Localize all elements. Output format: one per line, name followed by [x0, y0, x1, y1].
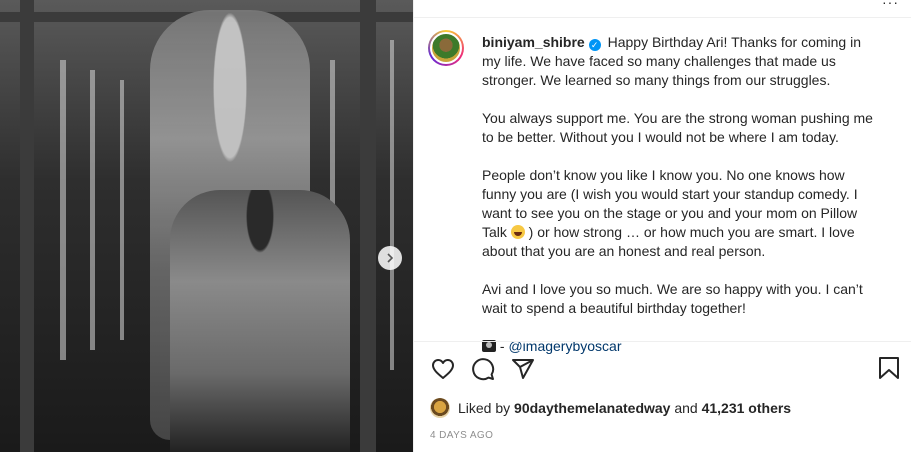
barn-light-plank — [90, 70, 95, 350]
laughing-emoji-icon — [510, 225, 525, 239]
barn-post — [360, 0, 376, 452]
heart-icon — [432, 359, 454, 379]
likes-and: and — [674, 400, 698, 416]
more-options-button[interactable]: ··· — [882, 0, 899, 10]
share-button[interactable] — [510, 356, 536, 382]
post-timestamp[interactable]: 4 DAYS AGO — [430, 430, 493, 441]
comment-button[interactable] — [470, 356, 496, 382]
actions-divider — [414, 341, 911, 342]
author-avatar-image — [430, 32, 462, 64]
header-divider — [414, 17, 911, 18]
carousel-next-button[interactable] — [378, 246, 402, 270]
bookmark-icon — [879, 357, 899, 379]
author-username[interactable]: biniyam_shibre — [482, 34, 585, 50]
likes-summary: Liked by 90daythemelanatedway and 41,231… — [430, 398, 791, 418]
barn-light-plank — [120, 80, 124, 340]
caption-paragraph-3-end: ) or how strong … or how much you are sm… — [482, 224, 855, 259]
liker-username[interactable]: 90daythemelanatedway — [514, 400, 670, 416]
caption-paragraph-2: You always support me. You are the stron… — [482, 110, 873, 145]
verified-badge-icon: ✓ — [588, 39, 601, 51]
barn-light-plank — [60, 60, 66, 360]
comment-icon — [472, 358, 495, 381]
post-photo[interactable] — [0, 0, 413, 452]
chevron-right-icon — [387, 253, 394, 263]
post-detail-panel: ··· biniyam_shibre ✓ Happy Birthday Ari! … — [413, 0, 911, 452]
barn-light-plank — [390, 40, 394, 370]
post-caption: biniyam_shibre ✓ Happy Birthday Ari! Than… — [482, 33, 882, 356]
save-button[interactable] — [876, 355, 902, 381]
likes-prefix: Liked by — [458, 400, 511, 416]
photo-subject-man — [170, 190, 350, 452]
caption-paragraph-4: Avi and I love you so much. We are so ha… — [482, 281, 863, 316]
barn-post — [20, 0, 34, 452]
like-button[interactable] — [430, 356, 456, 382]
liker-avatar[interactable] — [430, 398, 450, 418]
send-icon — [512, 359, 534, 379]
likes-count-link[interactable]: 41,231 others — [702, 400, 792, 416]
post-actions-bar — [430, 355, 536, 383]
author-avatar[interactable] — [428, 30, 464, 66]
